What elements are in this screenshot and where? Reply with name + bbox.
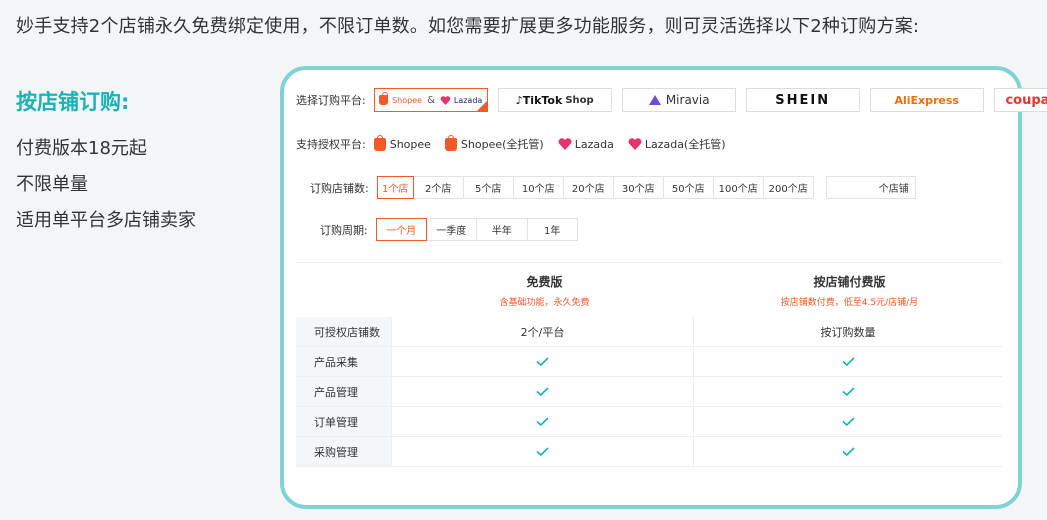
check-icon (536, 417, 549, 426)
free-cell (392, 437, 694, 466)
platform-option-miravia[interactable]: Miravia (621, 88, 736, 112)
free-cell (392, 347, 694, 376)
shopee-bag-icon (444, 134, 457, 151)
shops-option-2[interactable]: 2个店 (413, 176, 464, 199)
auth-item-shopee-full: Shopee(全托管) (444, 134, 544, 152)
free-plan-header: 免费版 含基础功能，永久免费 (499, 274, 590, 308)
tiktok-icon: ♪ (515, 93, 523, 107)
shops-option-30[interactable]: 30个店 (613, 176, 664, 199)
period-option-month[interactable]: 一个月 (375, 218, 427, 241)
paid-cell: 按订购数量 (820, 325, 876, 339)
lazada-heart-icon (440, 95, 451, 105)
period-option-quarter[interactable]: 一季度 (426, 218, 477, 241)
auth-item-lazada: Lazada (558, 138, 614, 151)
table-row: 产品采集 (296, 347, 1002, 377)
row-label: 产品采集 (296, 347, 392, 376)
shops-option-10[interactable]: 10个店 (513, 176, 564, 199)
paid-cell (694, 377, 1002, 406)
period-option-halfyear[interactable]: 半年 (476, 218, 528, 241)
paid-cell (694, 407, 1002, 436)
lazada-heart-icon (628, 138, 642, 150)
table-row: 采购管理 (296, 437, 1002, 467)
table-row: 订单管理 (296, 407, 1002, 437)
paid-cell (694, 347, 1002, 376)
free-cell (392, 377, 694, 406)
feature-list: 付费版本18元起 不限单量 适用单平台多店铺卖家 (16, 136, 196, 244)
feature-item: 不限单量 (16, 174, 88, 195)
pricing-card: 选择订购平台: Shopee & Lazada ♪ TikTok Shop Mi… (280, 66, 1047, 509)
paid-cell (694, 437, 1002, 466)
period-row: 订购周期: 一个月 一季度 半年 1年 (320, 218, 578, 241)
row-label: 采购管理 (296, 437, 392, 466)
paid-plan-header: 按店铺付费版 按店铺数付费，低至4.5元/店铺/月 (780, 274, 919, 308)
table-header: 免费版 含基础功能，永久免费 按店铺付费版 按店铺数付费，低至4.5元/店铺/月 (296, 262, 1002, 317)
check-icon (536, 387, 549, 396)
shopee-bag-icon (373, 134, 386, 151)
free-cell: 2个/平台 (392, 317, 694, 346)
shops-row: 订购店铺数: 1个店 2个店 5个店 10个店 20个店 30个店 50个店 1… (310, 176, 916, 199)
check-icon (841, 357, 855, 366)
miravia-icon (648, 95, 661, 105)
platform-option-shopee-lazada[interactable]: Shopee & Lazada (373, 88, 488, 112)
check-icon (841, 417, 855, 426)
check-icon (841, 447, 855, 456)
plan-heading: 按店铺订购: (16, 90, 130, 114)
table-row: 可授权店铺数 2个/平台 按订购数量 (296, 317, 1002, 347)
auth-row-label: 支持授权平台: (296, 138, 366, 151)
shopee-bag-icon (379, 92, 389, 105)
shops-option-100[interactable]: 100个店 (713, 176, 764, 199)
auth-row: 支持授权平台: Shopee Shopee(全托管) Lazada Lazada… (296, 134, 726, 152)
row-label: 产品管理 (296, 377, 392, 406)
platform-option-coupang[interactable]: coupang (993, 88, 1047, 112)
platform-option-aliexpress[interactable]: AliExpress (869, 88, 984, 112)
check-icon (536, 447, 549, 456)
free-cell (392, 407, 694, 436)
feature-item: 付费版本18元起 (16, 138, 147, 159)
lazada-heart-icon (558, 138, 572, 150)
period-row-label: 订购周期: (320, 223, 368, 237)
comparison-table: 免费版 含基础功能，永久免费 按店铺付费版 按店铺数付费，低至4.5元/店铺/月… (296, 262, 1002, 467)
table-row: 产品管理 (296, 377, 1002, 407)
shops-option-50[interactable]: 50个店 (663, 176, 714, 199)
check-icon (536, 357, 549, 366)
row-label: 订单管理 (296, 407, 392, 436)
auth-item-shopee: Shopee (373, 134, 431, 151)
platform-option-shein[interactable]: SHEIN (745, 88, 860, 112)
period-option-year[interactable]: 1年 (527, 218, 578, 241)
shops-row-label: 订购店铺数: (310, 181, 369, 195)
custom-shops-input[interactable]: 个店铺 (825, 176, 916, 199)
platform-row: 选择订购平台: Shopee & Lazada ♪ TikTok Shop Mi… (296, 88, 1047, 112)
shops-option-1[interactable]: 1个店 (376, 176, 414, 199)
platform-row-label: 选择订购平台: (296, 94, 366, 107)
shops-option-20[interactable]: 20个店 (563, 176, 614, 199)
auth-item-lazada-full: Lazada(全托管) (628, 136, 726, 152)
shops-option-200[interactable]: 200个店 (763, 176, 814, 199)
intro-text: 妙手支持2个店铺永久免费绑定使用，不限订单数。如您需要扩展更多功能服务，则可灵活… (16, 16, 920, 37)
table-body: 可授权店铺数 2个/平台 按订购数量产品采集 产品管理 订单管理 采购管理 (296, 317, 1002, 467)
shops-option-5[interactable]: 5个店 (463, 176, 514, 199)
row-label: 可授权店铺数 (296, 317, 392, 346)
check-icon (841, 387, 855, 396)
feature-item: 适用单平台多店铺卖家 (16, 210, 196, 231)
platform-option-tiktok-shop[interactable]: ♪ TikTok Shop (497, 88, 612, 112)
